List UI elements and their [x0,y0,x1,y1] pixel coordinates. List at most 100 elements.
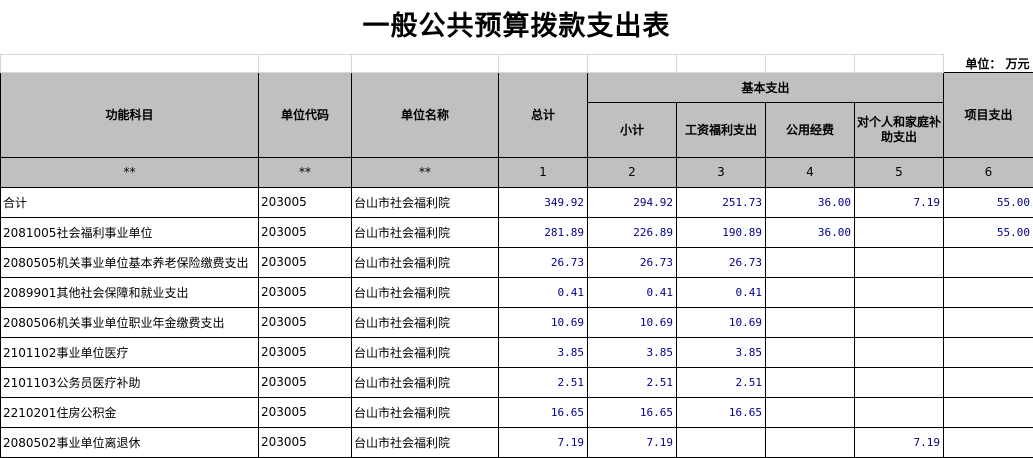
func-cell[interactable]: 2101103公务员医疗补助 [0,366,259,398]
subtotal-cell[interactable]: 294.92 [587,186,677,218]
name-cell[interactable]: 台山市社会福利院 [351,306,499,338]
salary-cell[interactable] [676,426,766,458]
public-cell[interactable] [765,306,855,338]
header-public[interactable]: 公用经费 [765,101,855,158]
header-name[interactable]: 单位名称 [351,71,499,158]
func-cell[interactable]: 合计 [0,186,259,218]
personal-cell[interactable] [854,216,944,248]
public-cell[interactable] [765,396,855,428]
index-cell[interactable]: 4 [765,156,855,188]
total-cell[interactable]: 26.73 [498,246,588,278]
name-cell[interactable]: 台山市社会福利院 [351,426,499,458]
public-cell[interactable]: 36.00 [765,186,855,218]
func-cell[interactable]: 2080506机关事业单位职业年金缴费支出 [0,306,259,338]
project-cell[interactable] [943,426,1033,458]
header-total[interactable]: 总计 [498,71,588,158]
public-cell[interactable] [765,366,855,398]
subtotal-cell[interactable]: 10.69 [587,306,677,338]
salary-cell[interactable]: 190.89 [676,216,766,248]
personal-cell[interactable] [854,336,944,368]
name-cell[interactable]: 台山市社会福利院 [351,276,499,308]
total-cell[interactable]: 2.51 [498,366,588,398]
name-cell[interactable]: 台山市社会福利院 [351,216,499,248]
project-cell[interactable] [943,366,1033,398]
header-subtotal[interactable]: 小计 [587,101,677,158]
project-cell[interactable] [943,276,1033,308]
header-project[interactable]: 项目支出 [943,71,1033,158]
code-cell[interactable]: 203005 [258,306,352,338]
salary-cell[interactable]: 16.65 [676,396,766,428]
subtotal-cell[interactable]: 3.85 [587,336,677,368]
header-code[interactable]: 单位代码 [258,71,352,158]
code-cell[interactable]: 203005 [258,426,352,458]
func-cell[interactable]: 2101102事业单位医疗 [0,336,259,368]
func-cell[interactable]: 2081005社会福利事业单位 [0,216,259,248]
personal-cell[interactable] [854,246,944,278]
total-cell[interactable]: 0.41 [498,276,588,308]
total-cell[interactable]: 7.19 [498,426,588,458]
subtotal-cell[interactable]: 2.51 [587,366,677,398]
subtotal-cell[interactable]: 226.89 [587,216,677,248]
subtotal-cell[interactable]: 26.73 [587,246,677,278]
subtotal-cell[interactable]: 16.65 [587,396,677,428]
public-cell[interactable] [765,276,855,308]
project-cell[interactable] [943,246,1033,278]
total-cell[interactable]: 3.85 [498,336,588,368]
code-cell[interactable]: 203005 [258,216,352,248]
index-cell[interactable]: 6 [943,156,1033,188]
index-cell[interactable]: ** [351,156,499,188]
personal-cell[interactable] [854,276,944,308]
public-cell[interactable]: 36.00 [765,216,855,248]
code-cell[interactable]: 203005 [258,276,352,308]
name-cell[interactable]: 台山市社会福利院 [351,336,499,368]
index-cell[interactable]: 3 [676,156,766,188]
personal-cell[interactable] [854,366,944,398]
project-cell[interactable] [943,306,1033,338]
header-basic[interactable]: 基本支出 [587,71,944,103]
code-cell[interactable]: 203005 [258,396,352,428]
index-cell[interactable]: ** [258,156,352,188]
index-cell[interactable]: ** [0,156,259,188]
project-cell[interactable] [943,336,1033,368]
index-cell[interactable]: 1 [498,156,588,188]
code-cell[interactable]: 203005 [258,366,352,398]
total-cell[interactable]: 281.89 [498,216,588,248]
func-cell[interactable]: 2089901其他社会保障和就业支出 [0,276,259,308]
personal-cell[interactable] [854,396,944,428]
project-cell[interactable]: 55.00 [943,216,1033,248]
total-cell[interactable]: 16.65 [498,396,588,428]
salary-cell[interactable]: 251.73 [676,186,766,218]
salary-cell[interactable]: 0.41 [676,276,766,308]
public-cell[interactable] [765,246,855,278]
public-cell[interactable] [765,426,855,458]
name-cell[interactable]: 台山市社会福利院 [351,366,499,398]
header-func[interactable]: 功能科目 [0,71,259,158]
code-cell[interactable]: 203005 [258,186,352,218]
salary-cell[interactable]: 2.51 [676,366,766,398]
index-cell[interactable]: 2 [587,156,677,188]
public-cell[interactable] [765,336,855,368]
code-cell[interactable]: 203005 [258,246,352,278]
salary-cell[interactable]: 10.69 [676,306,766,338]
header-salary[interactable]: 工资福利支出 [676,101,766,158]
code-cell[interactable]: 203005 [258,336,352,368]
func-cell[interactable]: 2210201住房公积金 [0,396,259,428]
subtotal-cell[interactable]: 7.19 [587,426,677,458]
func-cell[interactable]: 2080502事业单位离退休 [0,426,259,458]
total-cell[interactable]: 349.92 [498,186,588,218]
name-cell[interactable]: 台山市社会福利院 [351,396,499,428]
func-cell[interactable]: 2080505机关事业单位基本养老保险缴费支出 [0,246,259,278]
name-cell[interactable]: 台山市社会福利院 [351,246,499,278]
project-cell[interactable]: 55.00 [943,186,1033,218]
personal-cell[interactable]: 7.19 [854,426,944,458]
salary-cell[interactable]: 26.73 [676,246,766,278]
project-cell[interactable] [943,396,1033,428]
personal-cell[interactable]: 7.19 [854,186,944,218]
salary-cell[interactable]: 3.85 [676,336,766,368]
index-cell[interactable]: 5 [854,156,944,188]
subtotal-cell[interactable]: 0.41 [587,276,677,308]
personal-cell[interactable] [854,306,944,338]
total-cell[interactable]: 10.69 [498,306,588,338]
header-personal[interactable]: 对个人和家庭补助支出 [854,101,944,158]
name-cell[interactable]: 台山市社会福利院 [351,186,499,218]
